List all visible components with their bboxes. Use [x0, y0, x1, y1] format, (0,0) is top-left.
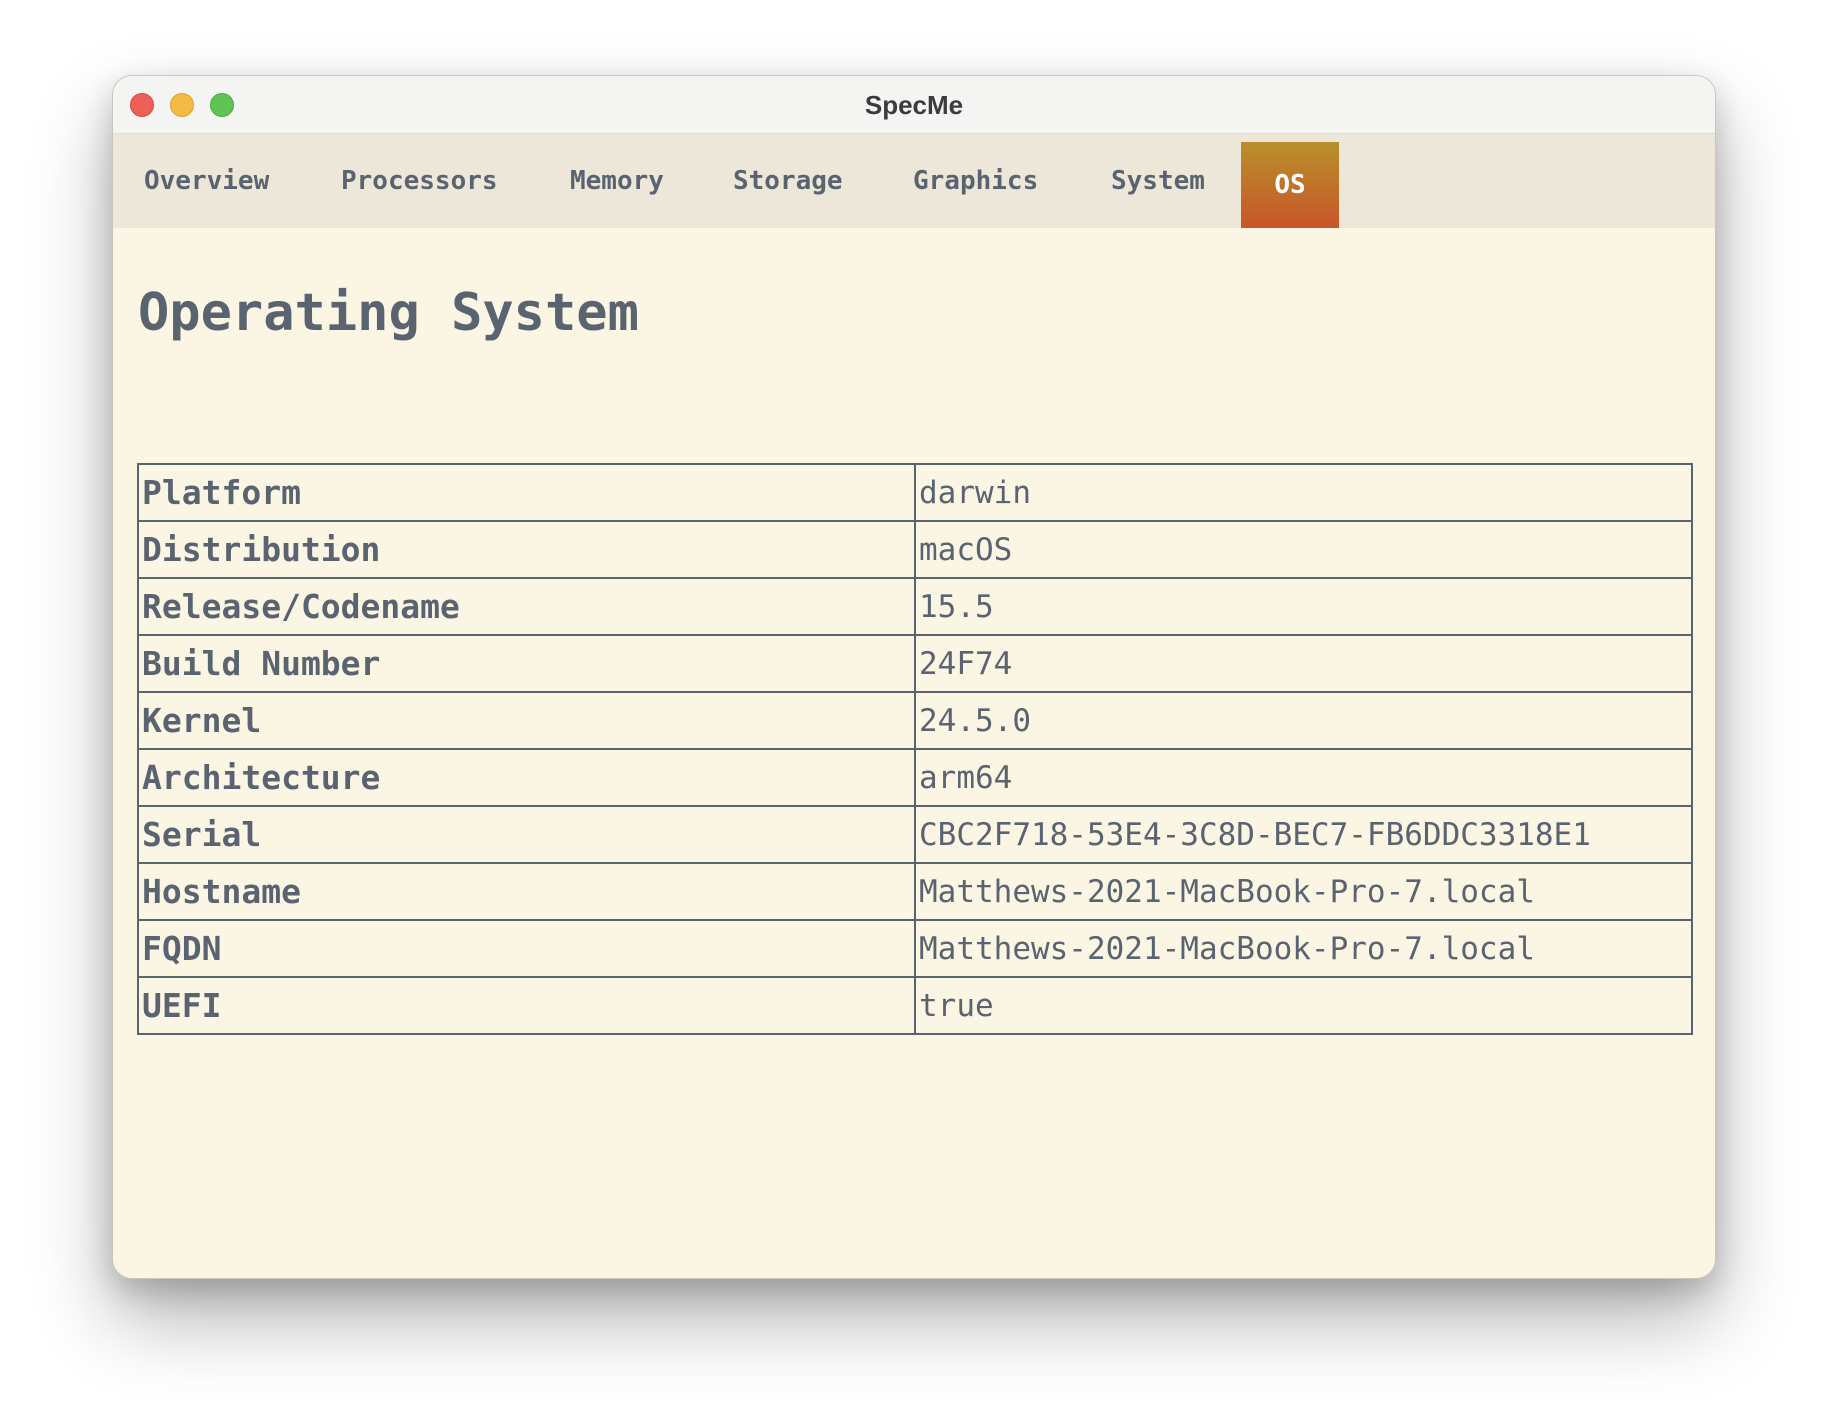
row-value: Matthews-2021-MacBook-Pro-7.local — [914, 919, 1693, 978]
row-value: Matthews-2021-MacBook-Pro-7.local — [914, 862, 1693, 921]
row-key: Distribution — [137, 520, 916, 579]
table-row: FQDN Matthews-2021-MacBook-Pro-7.local — [137, 919, 1693, 978]
tab-os[interactable]: OS — [1241, 142, 1339, 228]
tab-graphics[interactable]: Graphics — [913, 134, 1038, 228]
row-value: darwin — [914, 463, 1693, 522]
table-row: Kernel 24.5.0 — [137, 691, 1693, 750]
row-key: Serial — [137, 805, 916, 864]
row-value: true — [914, 976, 1693, 1035]
row-key: Hostname — [137, 862, 916, 921]
title-bar[interactable]: SpecMe — [113, 76, 1715, 134]
table-row: Hostname Matthews-2021-MacBook-Pro-7.loc… — [137, 862, 1693, 921]
row-key: Kernel — [137, 691, 916, 750]
table-row: Serial CBC2F718-53E4-3C8D-BEC7-FB6DDC331… — [137, 805, 1693, 864]
table-row: Build Number 24F74 — [137, 634, 1693, 693]
table-row: Distribution macOS — [137, 520, 1693, 579]
table-row: Platform darwin — [137, 463, 1693, 522]
row-key: Architecture — [137, 748, 916, 807]
row-value: 24.5.0 — [914, 691, 1693, 750]
page-title: Operating System — [138, 283, 639, 343]
row-key: Release/Codename — [137, 577, 916, 636]
row-value: 15.5 — [914, 577, 1693, 636]
row-value: CBC2F718-53E4-3C8D-BEC7-FB6DDC3318E1 — [914, 805, 1693, 864]
row-value: 24F74 — [914, 634, 1693, 693]
window-title: SpecMe — [864, 90, 964, 120]
table-row: Architecture arm64 — [137, 748, 1693, 807]
row-value: arm64 — [914, 748, 1693, 807]
row-key: Build Number — [137, 634, 916, 693]
row-value: macOS — [914, 520, 1693, 579]
app-window: SpecMe Overview Processors Memory Storag… — [112, 75, 1716, 1279]
tab-storage[interactable]: Storage — [733, 134, 843, 228]
tab-system[interactable]: System — [1111, 134, 1205, 228]
table-row: Release/Codename 15.5 — [137, 577, 1693, 636]
tab-memory[interactable]: Memory — [570, 134, 664, 228]
row-key: FQDN — [137, 919, 916, 978]
tab-overview[interactable]: Overview — [144, 134, 269, 228]
row-key: UEFI — [137, 976, 916, 1035]
tab-processors[interactable]: Processors — [341, 134, 498, 228]
tab-bar: Overview Processors Memory Storage Graph… — [113, 134, 1715, 228]
os-info-table: Platform darwin Distribution macOS Relea… — [137, 463, 1693, 1035]
table-row: UEFI true — [137, 976, 1693, 1035]
main-content: Operating System Platform darwin Distrib… — [113, 228, 1715, 1278]
row-key: Platform — [137, 463, 916, 522]
